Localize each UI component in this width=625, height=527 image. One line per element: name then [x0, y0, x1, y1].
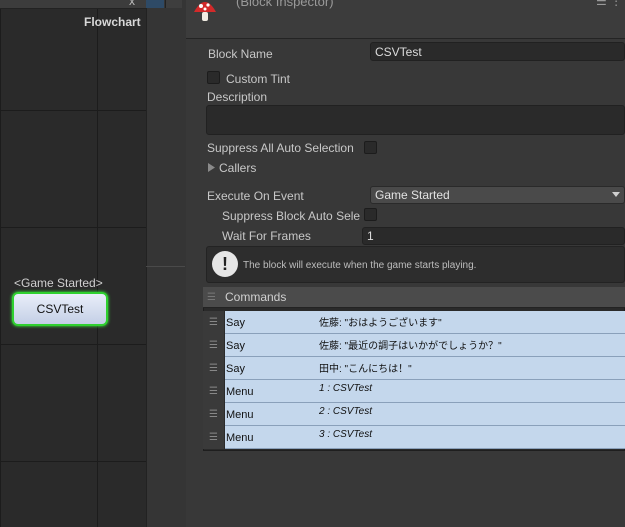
suppress-all-auto-selection-checkbox[interactable] [364, 141, 377, 154]
inspector-title: (Block Inspector) [236, 0, 334, 9]
block-node-csvtest[interactable]: CSVTest [12, 292, 108, 326]
command-body[interactable]: Say 佐藤: "おはようございます" [225, 311, 625, 334]
description-field[interactable] [206, 105, 625, 135]
command-body[interactable]: Say 佐藤: "最近の調子はいかがでしょうか？" [225, 334, 625, 357]
suppress-all-auto-selection-label: Suppress All Auto Selection [207, 141, 354, 155]
flowchart-tab-bar [0, 0, 146, 9]
drag-handle-icon[interactable]: ☰ [203, 380, 224, 403]
fungus-mushroom-icon [194, 2, 216, 21]
command-summary: 田中: "こんにちは！" [319, 364, 412, 375]
close-icon[interactable]: x [129, 0, 135, 8]
command-body[interactable]: Say 田中: "こんにちは！" [225, 357, 625, 380]
divider-line [146, 266, 185, 267]
flowchart-canvas[interactable] [0, 0, 146, 527]
command-body[interactable]: Menu 2 : CSVTest [225, 403, 625, 426]
execute-on-event-label: Execute On Event [207, 189, 304, 203]
block-name-field[interactable]: CSVTest [370, 42, 625, 61]
execute-on-event-value: Game Started [375, 188, 450, 202]
command-summary: 1 : CSVTest [319, 383, 372, 394]
drag-handle-icon[interactable]: ☰ [203, 403, 224, 426]
inspector-menu-icon[interactable]: ☰ ⋮ [596, 0, 622, 8]
help-text: The block will execute when the game sta… [243, 260, 477, 271]
execute-on-event-dropdown[interactable]: Game Started [370, 186, 625, 204]
suppress-block-auto-selection-label: Suppress Block Auto Sele [222, 209, 361, 223]
flowchart-title: Flowchart [84, 15, 141, 29]
command-summary: 佐藤: "最近の調子はいかがでしょうか？" [319, 341, 502, 352]
block-event-label: <Game Started> [14, 276, 103, 290]
drag-handle-icon[interactable]: ☰ [203, 426, 224, 449]
panel-divider [146, 0, 187, 527]
command-row[interactable]: ☰ Say 佐藤: "おはようございます" [203, 311, 625, 334]
command-name: Menu [226, 432, 254, 444]
wait-for-frames-label: Wait For Frames [222, 229, 311, 243]
command-summary: 2 : CSVTest [319, 406, 372, 417]
suppress-block-auto-selection-checkbox[interactable] [364, 208, 377, 221]
custom-tint-checkbox[interactable] [207, 71, 220, 84]
tab-icon[interactable] [165, 0, 182, 8]
command-name: Say [226, 340, 245, 352]
info-exclamation-icon: ! [212, 251, 238, 277]
command-row[interactable]: ☰ Say 田中: "こんにちは！" [203, 357, 625, 380]
command-name: Say [226, 363, 245, 375]
command-body[interactable]: Menu 3 : CSVTest [225, 426, 625, 449]
drag-handle-icon[interactable]: ☰ [203, 357, 224, 380]
eye-icon[interactable] [146, 0, 164, 8]
callers-foldout[interactable]: Callers [219, 161, 256, 175]
chevron-down-icon [612, 192, 620, 197]
command-name: Menu [226, 409, 254, 421]
triangle-right-icon[interactable] [208, 163, 216, 172]
description-label: Description [207, 90, 268, 104]
command-name: Menu [226, 386, 254, 398]
command-body[interactable]: Menu 1 : CSVTest [225, 380, 625, 403]
drag-handle-icon[interactable]: ☰ [207, 292, 216, 303]
command-name: Say [226, 317, 245, 329]
command-row[interactable]: ☰ Say 佐藤: "最近の調子はいかがでしょうか？" [203, 334, 625, 357]
command-summary: 佐藤: "おはようございます" [319, 318, 442, 329]
wait-for-frames-field[interactable]: 1 [362, 227, 625, 245]
block-name-label: Block Name [208, 47, 273, 61]
custom-tint-label: Custom Tint [226, 72, 291, 86]
drag-handle-icon[interactable]: ☰ [203, 311, 224, 334]
command-row[interactable]: ☰ Menu 3 : CSVTest [203, 426, 625, 449]
command-row[interactable]: ☰ Menu 2 : CSVTest [203, 403, 625, 426]
command-summary: 3 : CSVTest [319, 429, 372, 440]
commands-header-label: Commands [225, 290, 287, 304]
drag-handle-icon[interactable]: ☰ [203, 334, 224, 357]
command-row[interactable]: ☰ Menu 1 : CSVTest [203, 380, 625, 403]
